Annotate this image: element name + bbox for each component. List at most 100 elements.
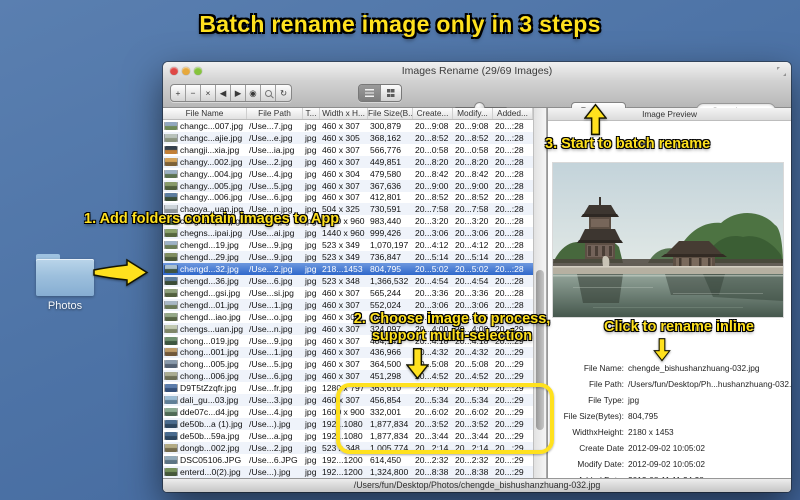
cell-name: chengd...32.jpg xyxy=(180,264,239,275)
image-thumbnail xyxy=(165,384,177,393)
previous-button[interactable]: ◀ xyxy=(216,85,231,101)
cell-size: 566,776 xyxy=(370,144,402,155)
multi-selection-highlight-box xyxy=(336,383,554,454)
table-row[interactable]: changji...xia.jpg/Use...ia.jpg jpg 460 x 3… xyxy=(163,144,533,156)
column-header-file-name[interactable]: File Name xyxy=(163,108,247,119)
column-header-added-date[interactable]: Added... xyxy=(493,108,533,119)
delete-button[interactable]: × xyxy=(201,85,216,101)
table-row[interactable]: chengd...gsi.jpg/Use...si.jpg jpg 460 x 30… xyxy=(163,287,533,299)
column-header-width-height[interactable]: Width x H... xyxy=(320,108,368,119)
row-thumbnail-cell xyxy=(163,431,178,440)
image-thumbnail xyxy=(165,336,177,345)
table-row[interactable]: changy...005.jpg/Use...5.jpg jpg 460 x 307… xyxy=(163,179,533,192)
table-row[interactable]: DSC05106.JPG/Use...6.JPG jpg 192...1200 614… xyxy=(163,454,533,466)
table-row-selected[interactable]: chengd...32.jpg/Use...2.jpg jpg 218...1453… xyxy=(163,263,533,275)
image-thumbnail xyxy=(165,288,177,297)
cell-path: /Use...9.jpg xyxy=(249,240,293,251)
cell-size: 736,847 xyxy=(370,252,402,263)
annotation-banner: Batch rename image only in 3 steps xyxy=(199,11,601,37)
cell-type: jpg xyxy=(305,156,317,167)
cell-type: jpg xyxy=(305,430,317,441)
cell-name: chong...005.jpg xyxy=(180,359,239,370)
table-row[interactable]: chong...006.jpg/Use...6.jpg jpg 460 x 307 4… xyxy=(163,370,533,383)
cell-type: jpg xyxy=(305,168,317,179)
column-header-modify-date[interactable]: Modify... xyxy=(453,108,493,119)
cell-path: /Use...5.jpg xyxy=(249,180,293,191)
cell-added: 20...:29 xyxy=(495,371,524,382)
row-thumbnail-cell xyxy=(163,288,178,297)
table-row[interactable]: changc...ajie.jpg/Use...e.jpg jpg 460 x 30… xyxy=(163,131,533,144)
row-thumbnail-cell xyxy=(163,336,178,345)
image-thumbnail xyxy=(165,420,177,428)
row-thumbnail-cell xyxy=(163,265,178,274)
next-button[interactable]: ▶ xyxy=(231,85,246,101)
row-thumbnail-cell xyxy=(163,420,178,428)
image-thumbnail xyxy=(165,348,177,357)
cell-type: jpg xyxy=(305,120,317,131)
search-button[interactable] xyxy=(261,85,276,101)
table-row[interactable]: chong...005.jpg/Use...5.jpg jpg 460 x 307 3… xyxy=(163,358,533,370)
image-thumbnail xyxy=(165,372,177,381)
table-row[interactable]: chengd...19.jpg/Use...9.jpg jpg 523 x 349 1… xyxy=(163,239,533,251)
quick-look-button[interactable]: ◉ xyxy=(246,85,261,101)
column-header-create-date[interactable]: Create... xyxy=(413,108,453,119)
cell-added: 20...:28 xyxy=(495,216,524,227)
table-row[interactable]: chengd...01.jpg/Use...1.jpg jpg 460 x 307 5… xyxy=(163,298,533,311)
file-info-value: 2012-09-02 10:05:02 xyxy=(628,443,706,453)
cell-modified: 20...5:02 xyxy=(455,264,489,275)
table-row[interactable]: enterd...0(2).jpg/Use...).jpg jpg 192...12… xyxy=(163,465,533,478)
cell-added: 20...:28 xyxy=(495,264,524,275)
table-row[interactable]: changy...002.jpg/Use...2.jpg jpg 460 x 307… xyxy=(163,155,533,168)
cell-modified: 20...4:52 xyxy=(455,371,489,382)
cell-path: /Use...ia.jpg xyxy=(249,144,295,155)
cell-created: 20...4:12 xyxy=(415,240,449,251)
file-info-label: Modify Date: xyxy=(577,459,624,469)
cell-name: chengd...01.jpg xyxy=(180,299,239,310)
table-row[interactable]: chegns...ipai.jpg/Use...ai.jpg jpg 1440 x … xyxy=(163,227,533,240)
cell-type: jpg xyxy=(305,419,317,429)
cell-type: jpg xyxy=(305,311,317,322)
cell-type: jpg xyxy=(305,359,317,370)
cell-size: 449,851 xyxy=(370,156,402,167)
photos-folder-icon[interactable] xyxy=(36,254,94,296)
row-thumbnail-cell xyxy=(163,408,178,417)
cell-dims: 460 x 307 xyxy=(322,156,360,167)
column-header-file-size[interactable]: File Size(B... xyxy=(368,108,413,119)
cell-name: changc...ajie.jpg xyxy=(180,132,243,143)
title-bar[interactable]: Images Rename (29/69 Images) xyxy=(163,62,791,80)
cell-dims: 460 x 307 xyxy=(322,299,360,310)
annotation-step2-line1: 2. Choose image to process, xyxy=(353,311,551,327)
cell-path: /Use...6.jpg xyxy=(249,371,293,382)
row-thumbnail-cell xyxy=(163,455,178,464)
cell-added: 20...:28 xyxy=(495,228,524,239)
fullscreen-icon[interactable] xyxy=(777,67,786,76)
file-info-row: Modify Date: 2012-09-02 10:05:02 xyxy=(548,456,791,472)
cell-path: /Use...9.jpg xyxy=(249,335,293,346)
table-row[interactable]: changy...006.jpg/Use...6.jpg jpg 460 x 307… xyxy=(163,192,533,204)
refresh-button[interactable]: ↻ xyxy=(276,85,291,101)
table-row[interactable]: chong...001.jpg/Use...1.jpg jpg 460 x 307 4… xyxy=(163,346,533,359)
table-row[interactable]: changy...004.jpg/Use...4.jpg jpg 460 x 304… xyxy=(163,168,533,180)
cell-dims: 460 x 307 xyxy=(322,359,360,370)
minimize-window-button[interactable] xyxy=(182,67,190,75)
cell-added: 20...:28 xyxy=(495,156,524,167)
zoom-window-button[interactable] xyxy=(194,67,202,75)
grid-view-button[interactable] xyxy=(379,85,401,101)
cell-size: 479,580 xyxy=(370,168,402,179)
file-info-value[interactable]: chengde_bishushanzhuang-032.jpg xyxy=(624,363,759,373)
cell-modified: 20...9:08 xyxy=(455,120,489,131)
row-thumbnail-cell xyxy=(163,133,178,142)
column-header-type[interactable]: T... xyxy=(303,108,320,119)
close-window-button[interactable] xyxy=(170,67,178,75)
add-button[interactable]: + xyxy=(171,85,186,101)
cell-size: 804,795 xyxy=(370,264,402,275)
table-row[interactable]: chengd...29.jpg/Use...9.jpg jpg 523 x 349 7… xyxy=(163,251,533,264)
column-header-file-path[interactable]: File Path xyxy=(247,108,303,119)
cell-modified: 20...2:32 xyxy=(455,454,489,465)
remove-button[interactable]: − xyxy=(186,85,201,101)
table-row[interactable]: chengd...36.jpg/Use...6.jpg jpg 523 x 348 1… xyxy=(163,274,533,287)
row-thumbnail-cell xyxy=(163,372,178,381)
cell-name: changy...004.jpg xyxy=(180,168,243,179)
list-view-button[interactable] xyxy=(359,85,380,101)
table-row[interactable]: changc...007.jpg/Use...7.jpg jpg 460 x 307… xyxy=(163,120,533,132)
